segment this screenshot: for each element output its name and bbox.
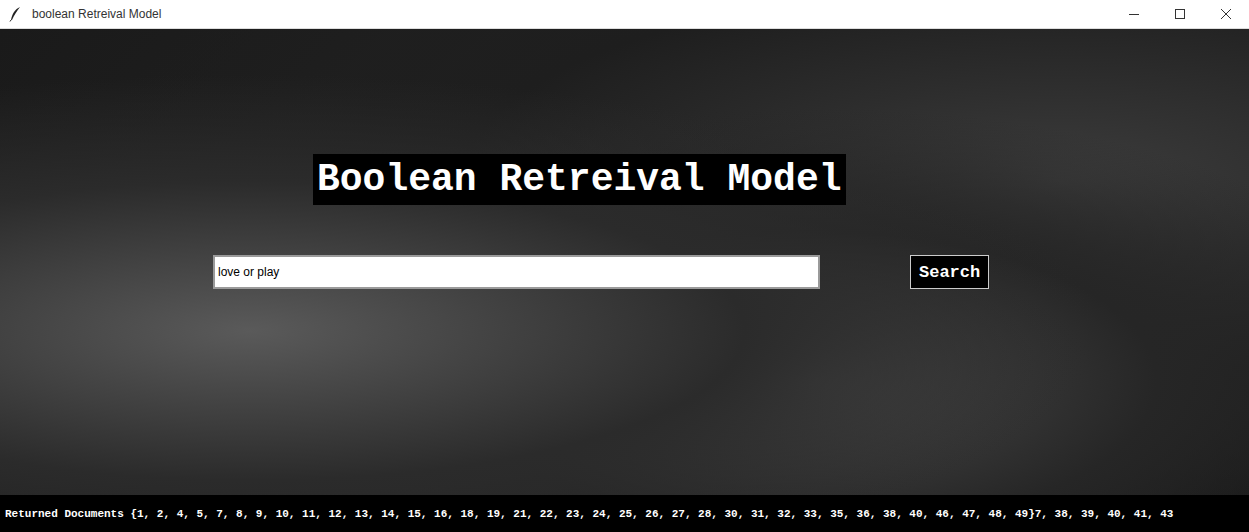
background-photo: Boolean Retreival Model Search Returned Do… bbox=[0, 29, 1249, 532]
close-icon bbox=[1221, 9, 1231, 19]
app-window: boolean Retreival Model Boolean Retreival… bbox=[0, 0, 1249, 532]
search-row: Search bbox=[0, 255, 1249, 289]
maximize-icon bbox=[1175, 9, 1185, 19]
search-button[interactable]: Search bbox=[910, 255, 989, 289]
window-controls bbox=[1111, 0, 1249, 28]
app-heading: Boolean Retreival Model bbox=[313, 154, 846, 205]
minimize-button[interactable] bbox=[1111, 0, 1157, 28]
minimize-icon bbox=[1129, 9, 1139, 19]
close-button[interactable] bbox=[1203, 0, 1249, 28]
feather-icon bbox=[8, 6, 24, 22]
window-title: boolean Retreival Model bbox=[32, 7, 161, 21]
title-bar: boolean Retreival Model bbox=[0, 0, 1249, 29]
results-bar: Returned Documents {1, 2, 4, 5, 7, 8, 9,… bbox=[0, 495, 1249, 532]
results-text: Returned Documents {1, 2, 4, 5, 7, 8, 9,… bbox=[5, 508, 1173, 520]
maximize-button[interactable] bbox=[1157, 0, 1203, 28]
search-field[interactable] bbox=[213, 255, 820, 289]
